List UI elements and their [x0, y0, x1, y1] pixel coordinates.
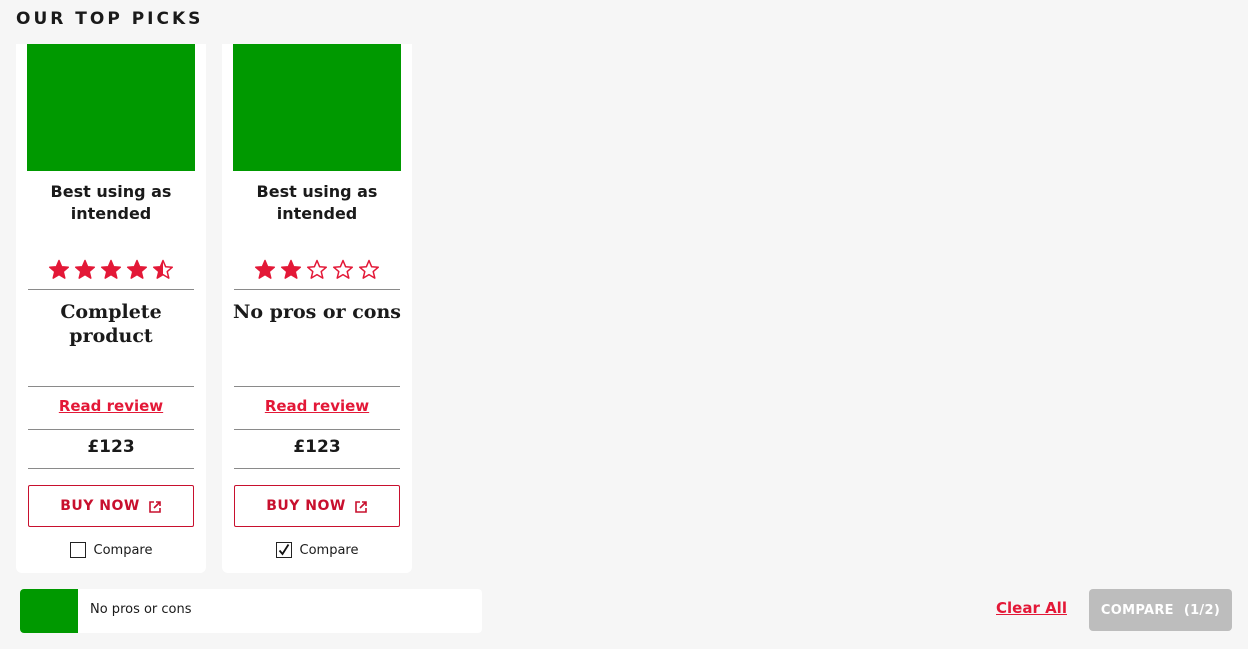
star-full-icon: [74, 259, 96, 279]
star-full-icon: [48, 259, 70, 279]
external-link-icon: [149, 501, 161, 513]
section-heading: OUR TOP PICKS: [16, 9, 204, 29]
compare-button[interactable]: COMPARE (1/2): [1089, 589, 1232, 631]
price: £123: [293, 437, 341, 457]
read-review-link[interactable]: Read review: [16, 397, 206, 415]
buy-now-button[interactable]: BUY NOW: [28, 485, 194, 527]
divider: [234, 429, 400, 430]
buy-now-label: BUY NOW: [266, 498, 346, 514]
star-rating: [16, 259, 206, 281]
star-empty-icon: [306, 259, 328, 279]
compare-checkbox[interactable]: [275, 542, 292, 558]
checkmark-icon: [278, 544, 289, 556]
divider: [28, 386, 194, 387]
compare-row: Compare: [16, 542, 206, 558]
star-rating: [222, 259, 412, 281]
product-card: Best using as intended Complete product …: [16, 44, 206, 573]
compare-count: (1/2): [1183, 602, 1221, 618]
buy-now-label: BUY NOW: [60, 498, 140, 514]
buy-now-button[interactable]: BUY NOW: [234, 485, 400, 527]
compare-label: Compare: [299, 542, 359, 558]
price: £123: [87, 437, 135, 457]
star-full-icon: [280, 259, 302, 279]
divider: [234, 289, 400, 290]
divider: [234, 386, 400, 387]
clear-all-link[interactable]: Clear All: [996, 599, 1067, 617]
product-card: Best using as intended No pros or cons R…: [222, 44, 412, 573]
compare-checkbox[interactable]: [69, 542, 86, 558]
divider: [28, 429, 194, 430]
product-image[interactable]: [233, 44, 401, 171]
star-full-icon: [254, 259, 276, 279]
divider: [234, 468, 400, 469]
star-empty-icon: [358, 259, 380, 279]
product-image[interactable]: [27, 44, 195, 171]
star-empty-icon: [332, 259, 354, 279]
read-review-link[interactable]: Read review: [222, 397, 412, 415]
card-title: Best using as intended: [256, 182, 378, 223]
card-title: Best using as intended: [50, 182, 172, 223]
external-link-icon: [355, 501, 367, 513]
card-summary: Complete product: [60, 301, 162, 347]
compare-row: Compare: [222, 542, 412, 558]
card-summary: No pros or cons: [233, 301, 401, 323]
star-half-icon: [152, 259, 174, 279]
compare-tray-item: No pros or cons: [20, 589, 482, 633]
compare-tray-label: No pros or cons: [90, 602, 192, 617]
star-full-icon: [100, 259, 122, 279]
compare-label: Compare: [93, 542, 153, 558]
divider: [28, 289, 194, 290]
divider: [28, 468, 194, 469]
compare-button-label: COMPARE: [1100, 602, 1174, 618]
compare-tray-thumbnail: [20, 589, 78, 633]
star-full-icon: [126, 259, 148, 279]
